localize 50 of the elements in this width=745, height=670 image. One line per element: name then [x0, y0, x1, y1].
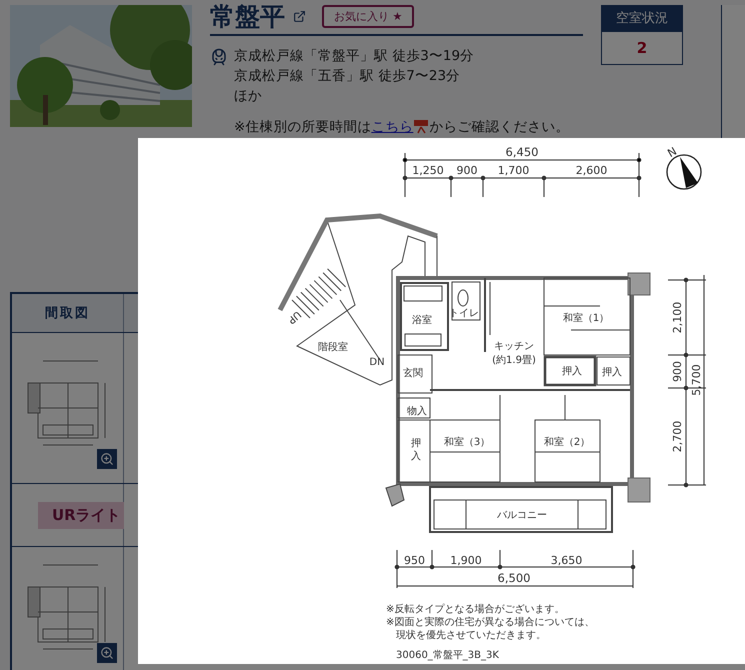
property-title: 常盤平: [210, 0, 285, 32]
dimension-label: 2,600: [576, 164, 608, 177]
favorite-button[interactable]: お気に入り ★: [322, 4, 414, 28]
zoom-in-button[interactable]: [97, 643, 117, 663]
dimension-label: 6,450: [506, 145, 538, 159]
vacancy-label: 空室状況: [602, 6, 682, 32]
column-header: 間取図: [12, 294, 124, 332]
dimension-label: 3,650: [550, 554, 582, 567]
room-label: 押入: [411, 438, 421, 462]
dimension-label: 1,700: [498, 164, 530, 177]
room-label: 和室（1）: [562, 313, 610, 324]
room-label: 階段室: [318, 342, 348, 353]
room-label: 和室（3）: [444, 437, 490, 448]
access-text: ほか: [234, 88, 263, 105]
dimension-label: 2,100: [671, 302, 684, 334]
room-label: トイレ: [449, 308, 479, 319]
note-text: からご確認ください。: [429, 118, 570, 136]
room-label: キッチン: [494, 341, 534, 352]
room-label: 和室（2）: [544, 437, 590, 448]
dimension-label: 1,900: [450, 554, 482, 567]
room-label: バルコニー: [497, 510, 547, 521]
access-text: 京成松戸線「五香」駅 徒歩7〜23分: [234, 68, 462, 85]
room-label: 物入: [407, 406, 427, 417]
pdf-icon[interactable]: [413, 120, 430, 134]
access-text: 京成松戸線「常盤平」駅 徒歩3〜19分: [234, 48, 474, 65]
note-text: ※反転タイプとなる場合がございます。: [386, 604, 564, 615]
train-icon: [210, 48, 228, 66]
room-label: DN: [369, 357, 385, 368]
note-text: 現状を優先させていただきます。: [396, 630, 546, 641]
dimension-label: 900: [456, 164, 478, 177]
compass-north-label: N: [665, 144, 680, 160]
external-link-icon[interactable]: [293, 10, 306, 22]
vacancy-count: 2: [636, 38, 648, 59]
room-label: 押入: [602, 367, 622, 378]
dimension-label: 1,250: [412, 164, 444, 177]
plan-code: 30060_常盤平_3B_3K: [396, 650, 499, 661]
pdf-link[interactable]: こちら: [371, 118, 414, 136]
dimension-label: 900: [671, 361, 684, 382]
dimension-label: 950: [404, 554, 425, 567]
dimension-label: 2,700: [671, 420, 684, 452]
note-text: ※図面と実際の住宅が異なる場合については、: [386, 617, 594, 628]
dimension-label: 5,700: [690, 364, 703, 396]
room-label: UP: [285, 308, 303, 326]
room-label: 押入: [562, 366, 582, 377]
room-label: 玄関: [403, 368, 423, 379]
dimension-label: 6,500: [498, 571, 530, 585]
note-text: ※住棟別の所要時間は: [234, 118, 372, 136]
zoom-in-button[interactable]: [97, 449, 117, 469]
room-label: (約1.9畳): [492, 355, 536, 366]
room-label: 浴室: [412, 315, 432, 326]
